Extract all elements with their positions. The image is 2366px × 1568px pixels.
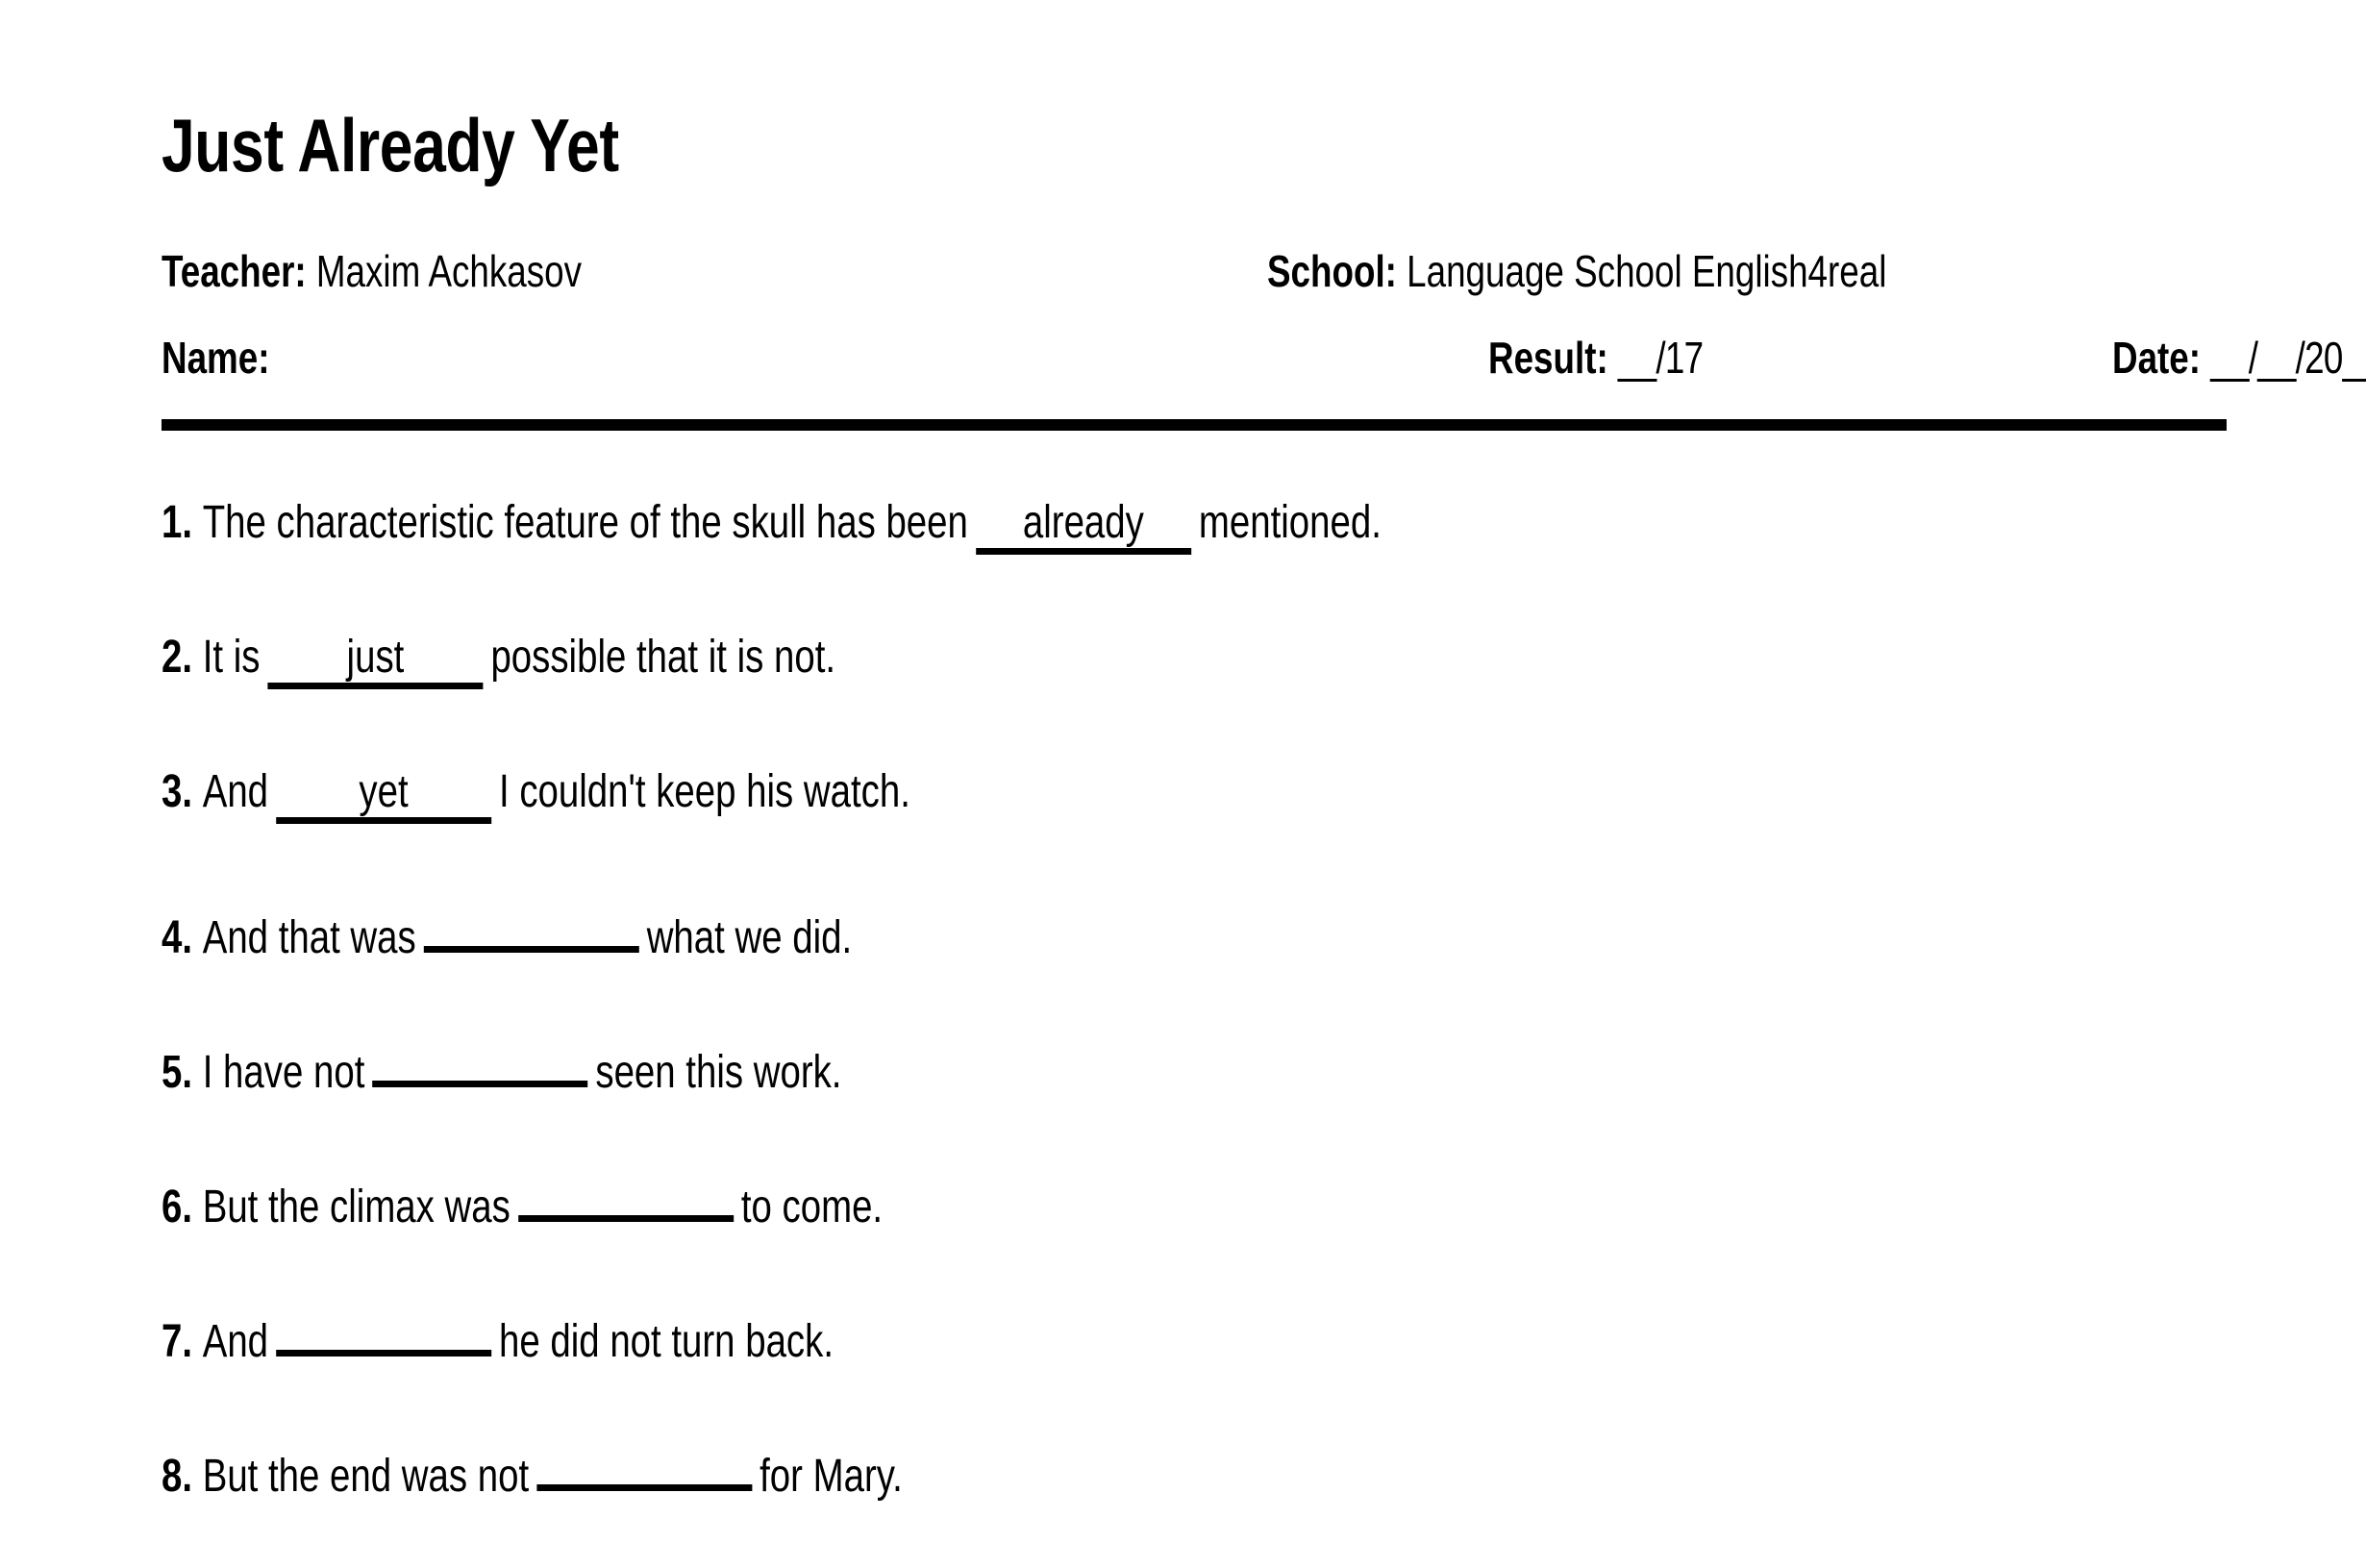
answer-blank[interactable]: yet bbox=[276, 766, 492, 824]
question-number: 2. bbox=[162, 632, 193, 683]
answer-blank[interactable] bbox=[423, 896, 639, 953]
answer-blank[interactable] bbox=[276, 1300, 492, 1356]
question-number: 3. bbox=[162, 766, 193, 817]
question-text-after: possible that it is not. bbox=[490, 632, 836, 683]
teacher-value bbox=[307, 246, 316, 296]
question-text-after: he did not turn back. bbox=[499, 1316, 834, 1367]
date-value[interactable]: __/__/20__ bbox=[2210, 333, 2366, 383]
question-text-after: I couldn't keep his watch. bbox=[499, 766, 910, 817]
answer-blank[interactable] bbox=[536, 1434, 753, 1491]
result-label: Result: bbox=[1488, 333, 1608, 383]
question-line: 8. But the end was not for Mary. bbox=[162, 1434, 903, 1507]
name-label: Name: bbox=[162, 333, 270, 383]
meta-row-name-result-date: Name: Result: __/17 Date: __/__/20__ bbox=[162, 332, 2366, 384]
question-text-before: But the end was not bbox=[202, 1451, 530, 1502]
teacher-name: Maxim Achkasov bbox=[315, 246, 582, 296]
question-line: 6. But the climax was to come. bbox=[162, 1165, 883, 1238]
answer-blank[interactable]: already bbox=[975, 497, 1191, 555]
question-row: 2. It is just possible that it is not. bbox=[162, 627, 2325, 761]
question-text-after: seen this work. bbox=[595, 1047, 842, 1098]
question-row: 4. And that was what we did. bbox=[162, 896, 2325, 1031]
question-text-after: for Mary. bbox=[760, 1451, 903, 1502]
date-label: Date: bbox=[2112, 333, 2202, 383]
page-title: Just Already Yet bbox=[162, 103, 619, 187]
answer-text: yet bbox=[359, 766, 409, 817]
question-text-before: And that was bbox=[202, 912, 416, 963]
question-row: 5. I have not seen this work. bbox=[162, 1031, 2325, 1165]
question-line: 3. And yet I couldn't keep his watch. bbox=[162, 761, 910, 824]
question-row: 7. And he did not turn back. bbox=[162, 1300, 2325, 1434]
header-divider bbox=[162, 419, 2227, 431]
question-number: 1. bbox=[162, 497, 193, 548]
question-text-before: And bbox=[202, 1316, 269, 1367]
teacher-label: Teacher: bbox=[162, 246, 307, 296]
question-line: 7. And he did not turn back. bbox=[162, 1300, 834, 1373]
question-row: 6. But the climax was to come. bbox=[162, 1165, 2325, 1300]
question-number: 5. bbox=[162, 1047, 193, 1098]
answer-blank[interactable] bbox=[372, 1031, 588, 1087]
question-text-before: And bbox=[202, 766, 269, 817]
answer-blank[interactable]: just bbox=[267, 632, 484, 689]
school-value: Language School English4real bbox=[1407, 246, 1887, 296]
question-text-before: I have not bbox=[202, 1047, 365, 1098]
name-field[interactable]: Name: bbox=[162, 332, 269, 384]
question-row: 1. The characteristic feature of the sku… bbox=[162, 492, 2325, 627]
question-number: 7. bbox=[162, 1316, 193, 1367]
question-text-after: what we did. bbox=[646, 912, 853, 963]
school-label: School: bbox=[1267, 246, 1397, 296]
school-field: School: Language School English4real bbox=[1267, 245, 1886, 297]
question-text-before: But the climax was bbox=[202, 1182, 511, 1232]
question-line: 4. And that was what we did. bbox=[162, 896, 852, 969]
answer-text: already bbox=[1022, 497, 1144, 548]
answer-blank[interactable] bbox=[517, 1165, 734, 1222]
result-field[interactable]: Result: __/17 bbox=[1488, 332, 1704, 384]
question-line: 5. I have not seen this work. bbox=[162, 1031, 841, 1104]
question-text-before: It is bbox=[202, 632, 261, 683]
question-number: 4. bbox=[162, 912, 193, 963]
question-list: 1. The characteristic feature of the sku… bbox=[162, 492, 2325, 1568]
meta-row-teacher-school: Teacher: Maxim Achkasov School: Language… bbox=[162, 245, 2238, 297]
worksheet-page: Just Already Yet Teacher: Maxim Achkasov… bbox=[0, 0, 2366, 1568]
question-row: 3. And yet I couldn't keep his watch. bbox=[162, 761, 2325, 896]
teacher-field: Teacher: Maxim Achkasov bbox=[162, 245, 582, 297]
question-number: 6. bbox=[162, 1182, 193, 1232]
question-number: 8. bbox=[162, 1451, 193, 1502]
question-line: 1. The characteristic feature of the sku… bbox=[162, 492, 1382, 555]
date-field[interactable]: Date: __/__/20__ bbox=[2112, 332, 2366, 384]
question-line: 2. It is just possible that it is not. bbox=[162, 627, 835, 689]
question-text-after: to come. bbox=[740, 1182, 884, 1232]
question-text-after: mentioned. bbox=[1198, 497, 1382, 548]
answer-text: just bbox=[346, 632, 405, 683]
result-value[interactable]: __/17 bbox=[1618, 333, 1704, 383]
question-text-before: The characteristic feature of the skull … bbox=[202, 497, 968, 548]
question-row: 8. But the end was not for Mary. bbox=[162, 1434, 2325, 1568]
